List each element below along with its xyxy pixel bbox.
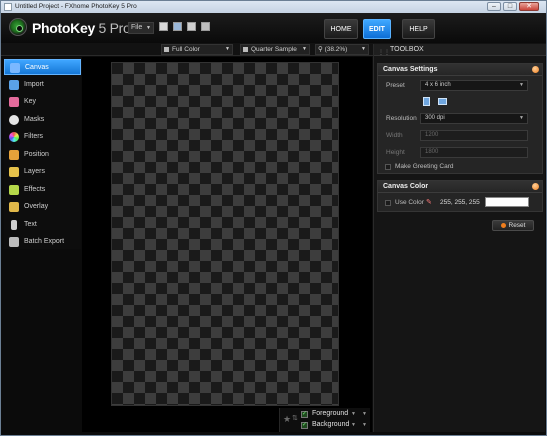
overlay-icon [9,202,19,212]
edit-button[interactable]: EDIT [363,19,391,39]
canvas-settings-header[interactable]: Canvas Settings [378,64,542,76]
greeting-card-checkbox[interactable] [385,164,391,170]
sidebar-item-position[interactable]: Position [4,147,81,163]
new-project-icon[interactable] [159,22,168,31]
foreground-checkbox[interactable] [301,410,308,418]
canvas-icon [10,63,20,73]
rgb-value: 255, 255, 255 [440,199,480,206]
resolution-dropdown[interactable]: 300 dpi ▼ [420,113,528,124]
import-icon [9,80,19,90]
text-icon [11,220,17,230]
title-bar: Untitled Project - FXhome PhotoKey 5 Pro… [1,1,546,13]
zoom-dropdown[interactable]: ⚲ (38.2%) ▼ [315,44,369,55]
layers-icon [9,167,19,177]
print-icon[interactable] [201,22,210,31]
sidebar-item-layers[interactable]: Layers [4,164,81,180]
app-header: PhotoKey 5 Pro File ▼ HOME EDIT HELP [1,13,546,43]
reset-orb-icon [500,222,506,228]
close-button[interactable]: ✕ [519,2,539,11]
toolbox-title: ⋮⋮ TOOLBOX [374,44,546,56]
window-title: Untitled Project - FXhome PhotoKey 5 Pro [15,3,137,10]
foreground-label: Foreground [312,410,349,417]
transparent-canvas[interactable] [111,62,339,406]
sidebar: Canvas Import Key Masks Filters Position… [4,57,81,249]
background-dropdown-icon[interactable]: ▼ [351,422,356,428]
filters-icon [9,132,19,142]
portrait-orientation-icon[interactable] [423,97,430,106]
sidebar-item-text[interactable]: Text [4,217,81,233]
display-mode-dropdown[interactable]: Full Color ▼ [161,44,233,55]
foreground-arrow-icon[interactable]: ▼ [362,411,367,417]
canvas-color-header[interactable]: Canvas Color [378,181,542,193]
photokey-logo-icon [9,18,27,36]
toolbox-panel: ⋮⋮ TOOLBOX Canvas Settings Preset 4 x 6 i… [373,44,546,432]
color-mode-icon [164,46,169,52]
preset-label: Preset [386,82,405,89]
sidebar-item-batch-export[interactable]: Batch Export [4,234,81,250]
home-button[interactable]: HOME [324,19,358,39]
maximize-button[interactable]: □ [503,2,517,11]
foreground-dropdown-icon[interactable]: ▼ [351,411,356,417]
background-checkbox[interactable] [301,421,308,429]
reset-button[interactable]: Reset [492,220,534,231]
app-window-icon [4,3,12,11]
sample-icon [243,46,248,52]
collapse-orb-icon[interactable] [532,183,539,190]
eyedropper-icon[interactable]: ✎ [426,199,434,207]
color-swatch[interactable] [485,197,529,207]
sidebar-item-overlay[interactable]: Overlay [4,199,81,215]
file-menu[interactable]: File ▼ [128,22,154,34]
magnifier-icon: ⚲ [318,46,325,53]
background-label: Background [312,421,350,428]
sidebar-item-key[interactable]: Key [4,94,81,110]
minimize-button[interactable]: – [487,2,501,11]
sidebar-item-masks[interactable]: Masks [4,112,81,128]
mask-icon [9,115,19,125]
sidebar-item-canvas[interactable]: Canvas [4,59,81,75]
sidebar-item-import[interactable]: Import [4,77,81,93]
swap-colors-icon[interactable]: ⇅ [292,414,298,422]
open-project-icon[interactable] [173,22,182,31]
landscape-orientation-icon[interactable] [438,98,447,105]
star-icon[interactable]: ★ [283,414,291,425]
position-icon [9,150,19,160]
save-project-icon[interactable] [187,22,196,31]
greeting-card-label: Make Greeting Card [395,163,454,170]
preset-dropdown[interactable]: 4 x 6 inch ▼ [420,80,528,91]
eraser-key-icon [9,97,19,107]
sample-quality-dropdown[interactable]: Quarter Sample ▼ [240,44,310,55]
width-label: Width [386,132,403,139]
background-arrow-icon[interactable]: ▼ [362,422,367,428]
canvas-settings-section: Canvas Settings Preset 4 x 6 inch ▼ Resol… [377,63,543,174]
sidebar-item-effects[interactable]: Effects [4,182,81,198]
use-color-label: Use Color [395,199,424,206]
collapse-orb-icon[interactable] [532,66,539,73]
app-title: PhotoKey 5 Pro [32,20,131,36]
use-color-checkbox[interactable] [385,200,391,206]
resolution-label: Resolution [386,115,417,122]
canvas-color-section: Canvas Color Use Color ✎ 255, 255, 255 [377,180,543,212]
sidebar-item-filters[interactable]: Filters [4,129,81,145]
height-label: Height [386,149,405,156]
panel-grip-icon[interactable]: ⋮⋮ [378,47,390,59]
height-field[interactable]: 1800 [420,147,528,158]
effects-icon [9,185,19,195]
help-button[interactable]: HELP [402,19,435,39]
width-field[interactable]: 1200 [420,130,528,141]
batch-export-icon [9,237,19,247]
